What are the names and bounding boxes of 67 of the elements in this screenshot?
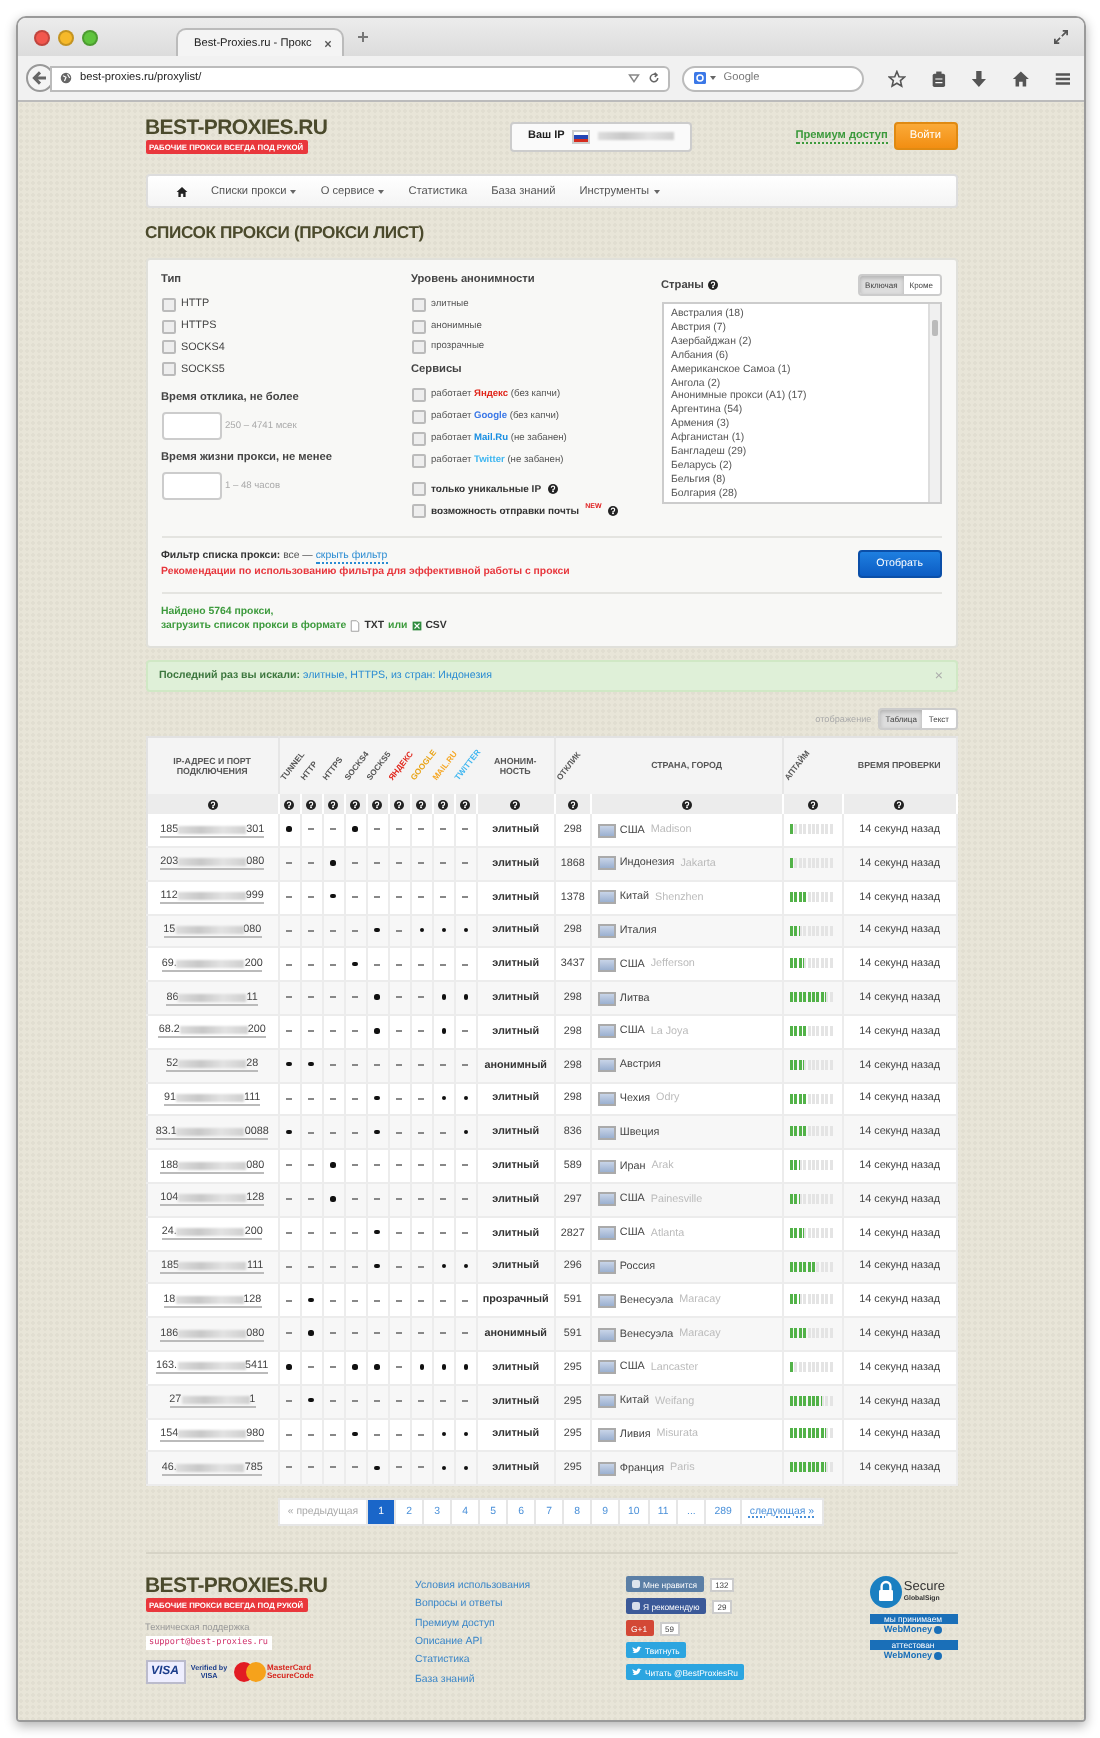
- checkbox[interactable]: [161, 340, 175, 355]
- globe-icon: [60, 72, 72, 84]
- checkbox[interactable]: [161, 319, 175, 334]
- back-icon[interactable]: [26, 64, 54, 92]
- help-icon[interactable]: [328, 799, 339, 810]
- help-icon[interactable]: [707, 280, 718, 290]
- search-engine-icon: [693, 72, 706, 84]
- dropdown-triangle-icon[interactable]: [627, 72, 640, 84]
- help-icon[interactable]: [306, 799, 317, 810]
- checkbox[interactable]: [161, 297, 175, 312]
- zoom-window-icon[interactable]: [82, 29, 98, 45]
- blurred-ip: [598, 132, 675, 140]
- checkbox[interactable]: [411, 453, 425, 468]
- checkbox[interactable]: [411, 482, 425, 497]
- caret-icon: [378, 189, 385, 193]
- input-field[interactable]: [161, 472, 221, 501]
- help-icon[interactable]: [350, 799, 361, 810]
- input-field[interactable]: [161, 412, 221, 441]
- new-tab-icon[interactable]: [358, 32, 368, 42]
- caret-icon: [290, 189, 297, 193]
- help-icon[interactable]: [416, 799, 427, 810]
- help-icon[interactable]: [372, 799, 383, 810]
- reload-icon[interactable]: [647, 72, 660, 84]
- help-icon[interactable]: [460, 799, 471, 810]
- padlock-icon: [869, 1576, 902, 1609]
- close-window-icon[interactable]: [34, 29, 50, 45]
- page-title: СПИСОК ПРОКСИ (ПРОКСИ ЛИСТ): [145, 222, 426, 242]
- checkbox[interactable]: [411, 410, 425, 425]
- help-icon[interactable]: [894, 799, 905, 810]
- help-icon[interactable]: [438, 799, 449, 810]
- bird-icon: [631, 1646, 641, 1655]
- help-icon[interactable]: [567, 799, 578, 810]
- footer-logo[interactable]: BEST-PROXIES.RU: [145, 1576, 328, 1599]
- social-logo-icon: [631, 1602, 639, 1611]
- checkbox[interactable]: [411, 319, 425, 334]
- checkbox[interactable]: [411, 340, 425, 355]
- flag-icon: [572, 129, 591, 143]
- help-icon[interactable]: [284, 799, 295, 810]
- download-icon[interactable]: [970, 69, 989, 87]
- bookmark-star-icon[interactable]: [887, 69, 905, 87]
- clipboard-icon[interactable]: [929, 69, 947, 87]
- checkbox[interactable]: [411, 388, 425, 403]
- help-icon[interactable]: [394, 799, 405, 810]
- menu-icon[interactable]: [1054, 69, 1072, 87]
- fullscreen-icon[interactable]: [1054, 30, 1068, 44]
- checkbox[interactable]: [161, 362, 175, 377]
- help-icon[interactable]: [808, 799, 819, 810]
- help-icon[interactable]: [547, 484, 558, 495]
- spreadsheet-icon: [411, 620, 422, 633]
- site-logo[interactable]: BEST-PROXIES.RU: [145, 118, 328, 140]
- scrollbar[interactable]: [927, 304, 939, 502]
- social-logo-icon: [631, 1580, 639, 1589]
- checkbox[interactable]: [411, 504, 425, 519]
- checkbox[interactable]: [411, 431, 425, 446]
- document-icon: [350, 620, 361, 633]
- bird-icon: [631, 1668, 641, 1677]
- caret-icon[interactable]: [709, 76, 716, 80]
- caret-icon: [653, 189, 660, 193]
- country-listbox[interactable]: [661, 302, 941, 504]
- help-icon[interactable]: [510, 799, 521, 810]
- home-icon[interactable]: [175, 185, 187, 197]
- help-icon[interactable]: [207, 799, 218, 810]
- checkbox[interactable]: [411, 297, 425, 312]
- home-icon[interactable]: [1012, 69, 1031, 87]
- help-icon[interactable]: [607, 506, 618, 517]
- close-tab-icon[interactable]: [324, 39, 332, 47]
- help-icon[interactable]: [682, 799, 693, 810]
